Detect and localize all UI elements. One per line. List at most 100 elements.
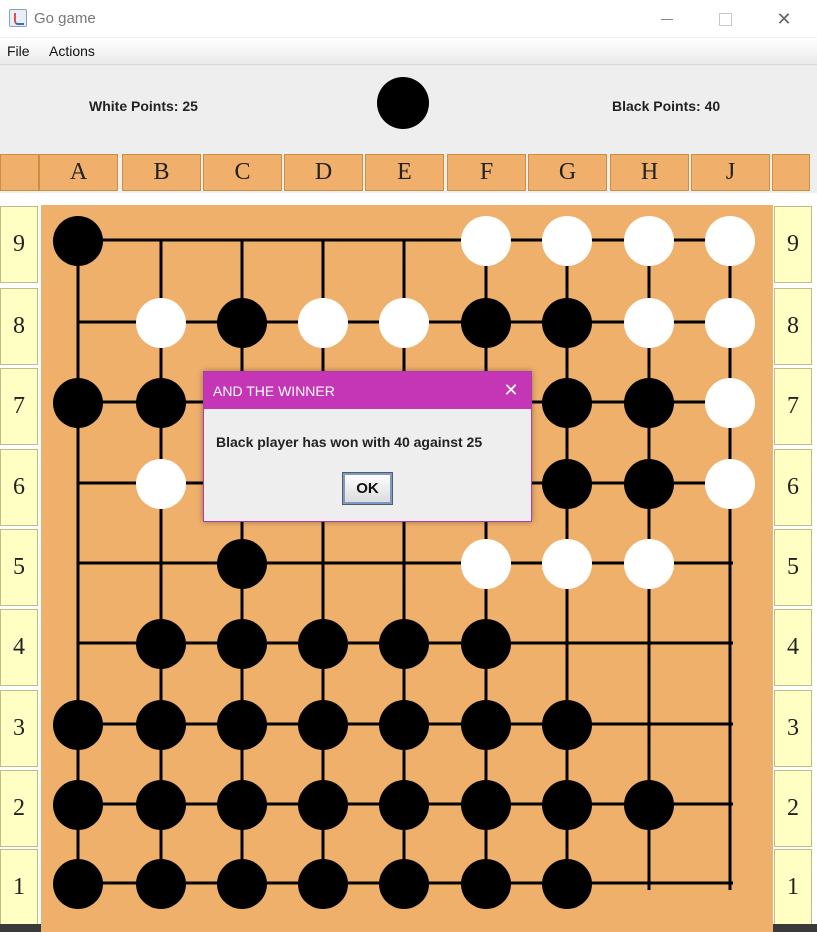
white-stone-f5 [461, 539, 511, 589]
row-label-left-1: 1 [0, 849, 38, 926]
black-stone-f4 [461, 619, 511, 669]
column-header-j: J [691, 154, 770, 191]
black-stone-g2 [542, 780, 592, 830]
row-label-left-9: 9 [0, 206, 38, 283]
black-stone-e4 [379, 619, 429, 669]
white-stone-g5 [542, 539, 592, 589]
black-stone-h6 [624, 459, 674, 509]
menu-actions[interactable]: Actions [49, 43, 95, 59]
black-stone-d4 [298, 619, 348, 669]
column-header-f: F [447, 154, 526, 191]
java-app-icon [9, 9, 27, 27]
black-stone-e1 [379, 859, 429, 909]
column-header-b: B [122, 154, 201, 191]
black-stone-c5 [217, 539, 267, 589]
white-stone-b6 [136, 459, 186, 509]
black-stone-d1 [298, 859, 348, 909]
black-stone-d3 [298, 700, 348, 750]
white-stone-f9 [461, 216, 511, 266]
black-stone-c1 [217, 859, 267, 909]
row-label-right-3: 3 [774, 690, 812, 767]
black-stone-a2 [53, 780, 103, 830]
black-stone-c4 [217, 619, 267, 669]
white-stone-h5 [624, 539, 674, 589]
black-stone-a9 [53, 216, 103, 266]
white-stone-b8 [136, 298, 186, 348]
column-header-c: C [203, 154, 282, 191]
white-stone-j8 [705, 298, 755, 348]
minimize-button[interactable] [638, 0, 696, 38]
row-label-right-5: 5 [774, 529, 812, 606]
close-window-button[interactable]: ✕ [755, 0, 813, 38]
dialog-title-bar: AND THE WINNER ✕ [204, 372, 531, 409]
black-stone-f3 [461, 700, 511, 750]
row-label-right-1: 1 [774, 849, 812, 926]
score-header: White Points: 25 Black Points: 40 [0, 64, 817, 150]
row-label-left-3: 3 [0, 690, 38, 767]
board-grid[interactable] [41, 205, 773, 932]
black-stone-b3 [136, 700, 186, 750]
black-stone-c3 [217, 700, 267, 750]
black-points-label: Black Points: 40 [612, 98, 721, 114]
black-stone-a1 [53, 859, 103, 909]
white-points-label: White Points: 25 [89, 98, 198, 114]
column-header-e: E [365, 154, 444, 191]
ok-button[interactable]: OK [342, 472, 393, 505]
go-board[interactable] [41, 205, 773, 932]
row-label-right-4: 4 [774, 609, 812, 686]
row-label-right-6: 6 [774, 449, 812, 526]
black-stone-e2 [379, 780, 429, 830]
black-stone-e3 [379, 700, 429, 750]
dialog-message: Black player has won with 40 against 25 [216, 434, 483, 450]
column-header-h: H [610, 154, 689, 191]
black-stone-g3 [542, 700, 592, 750]
black-stone-d2 [298, 780, 348, 830]
row-label-right-7: 7 [774, 368, 812, 445]
black-stone-b4 [136, 619, 186, 669]
column-header-g: G [528, 154, 607, 191]
black-stone-b7 [136, 378, 186, 428]
row-label-left-6: 6 [0, 449, 38, 526]
row-label-left-7: 7 [0, 368, 38, 445]
black-stone-g6 [542, 459, 592, 509]
column-header-corner-left [0, 154, 39, 191]
dialog-title: AND THE WINNER [213, 383, 335, 399]
column-header-bar: ABCDEFGHJ [0, 150, 817, 193]
black-stone-f1 [461, 859, 511, 909]
dialog-close-icon[interactable]: ✕ [499, 378, 523, 402]
row-label-right-2: 2 [774, 770, 812, 847]
white-stone-h8 [624, 298, 674, 348]
white-stone-g9 [542, 216, 592, 266]
row-label-left-5: 5 [0, 529, 38, 606]
maximize-button[interactable] [696, 0, 754, 38]
current-turn-stone [377, 77, 429, 129]
column-header-a: A [39, 154, 118, 191]
background-console-right [773, 924, 817, 932]
white-stone-j9 [705, 216, 755, 266]
winner-dialog: AND THE WINNER ✕ Black player has won wi… [203, 371, 532, 522]
window-title: Go game [34, 10, 96, 27]
white-stone-h9 [624, 216, 674, 266]
black-stone-a7 [53, 378, 103, 428]
black-stone-g8 [542, 298, 592, 348]
black-stone-f2 [461, 780, 511, 830]
white-stone-e8 [379, 298, 429, 348]
background-console [0, 924, 41, 932]
column-header-corner-right [772, 154, 810, 191]
black-stone-f8 [461, 298, 511, 348]
menu-bar: File Actions [0, 38, 817, 64]
black-stone-g1 [542, 859, 592, 909]
row-label-right-9: 9 [774, 206, 812, 283]
black-stone-b2 [136, 780, 186, 830]
black-stone-h7 [624, 378, 674, 428]
menu-file[interactable]: File [7, 43, 30, 59]
white-stone-j6 [705, 459, 755, 509]
black-stone-h2 [624, 780, 674, 830]
column-header-d: D [284, 154, 363, 191]
row-label-left-4: 4 [0, 609, 38, 686]
title-bar: Go game ✕ [0, 0, 817, 38]
black-stone-c2 [217, 780, 267, 830]
row-label-right-8: 8 [774, 288, 812, 365]
black-stone-c8 [217, 298, 267, 348]
row-label-left-8: 8 [0, 288, 38, 365]
